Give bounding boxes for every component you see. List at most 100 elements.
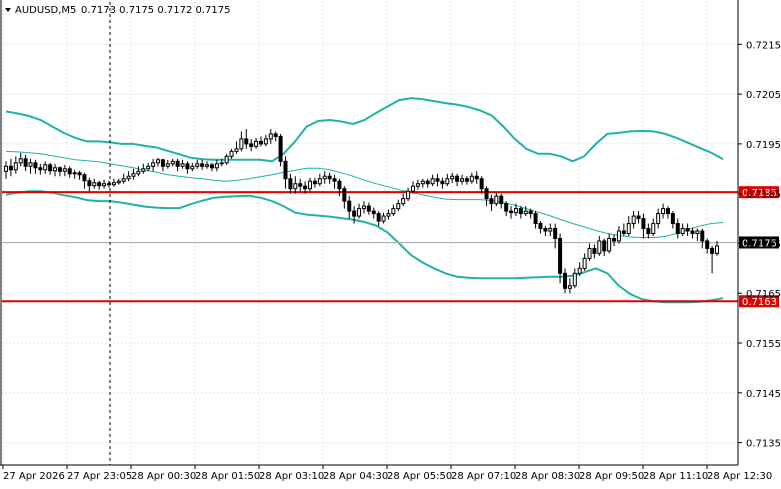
chart-background — [0, 0, 781, 489]
candle-body-bull — [116, 180, 121, 184]
candle-body-bull — [469, 175, 474, 182]
candle-body-bear — [337, 180, 342, 190]
candle-body-bear — [425, 180, 430, 185]
candle-body-bull — [651, 223, 656, 235]
candle-body-bull — [170, 160, 175, 165]
candle-body-bear — [278, 135, 283, 162]
chart-window: 0.7185 0.7163 0.7175 0.7215 0.7205 0.7195 0.7… — [0, 0, 781, 489]
candle-body-bear — [342, 188, 347, 202]
x-tick-label: 28 Apr 07:10 — [451, 471, 516, 482]
x-tick-label: 28 Apr 04:30 — [323, 471, 388, 482]
candle-body-bull — [239, 138, 244, 150]
candle-body-bull — [18, 158, 23, 164]
candle-body-bull — [513, 208, 518, 214]
candle-body-bull — [430, 178, 435, 185]
candle-body-bull — [293, 183, 298, 190]
candle-body-bull — [308, 180, 313, 190]
candle-body-bear — [209, 164, 214, 169]
y-tick-label: 0.7155 — [746, 339, 781, 350]
candle-body-bull — [616, 230, 621, 242]
candle-body-bear — [258, 140, 263, 145]
y-tick-label: 0.7145 — [746, 389, 781, 400]
candle-body-bull — [195, 163, 200, 167]
candle-body-bull — [165, 163, 170, 167]
candle-body-bear — [38, 167, 43, 171]
candle-body-bear — [479, 178, 484, 190]
chart-header: AUDUSD,M5 0.7173 0.7175 0.7172 0.7175 — [5, 5, 231, 16]
candle-body-bull — [146, 165, 151, 170]
candle-body-bull — [180, 163, 185, 167]
candle-body-bull — [234, 148, 239, 152]
x-tick-label: 28 Apr 08:30 — [515, 471, 580, 482]
candle-body-bull — [254, 140, 259, 147]
y-tick-label: 0.7205 — [746, 90, 781, 101]
candle-body-bull — [72, 172, 77, 175]
candle-body-bear — [464, 178, 469, 182]
candle-body-bear — [665, 208, 670, 215]
candle-body-bear — [160, 159, 165, 167]
candle-body-bear — [543, 228, 548, 232]
candle-body-bear — [273, 133, 278, 137]
candle-body-bear — [518, 208, 523, 215]
candle-body-bear — [327, 175, 332, 180]
candle-body-bull — [656, 213, 661, 225]
candle-body-bear — [646, 228, 651, 234]
x-tick-label: 28 Apr 00:30 — [131, 471, 196, 482]
candle-body-bear — [200, 163, 205, 167]
y-tick-label: 0.7185 — [746, 190, 781, 201]
candle-body-bear — [602, 240, 607, 252]
candle-body-bear — [77, 172, 82, 176]
candle-body-bull — [111, 182, 116, 186]
candle-body-bull — [4, 165, 8, 172]
candle-body-bull — [391, 208, 396, 215]
candle-body-bull — [205, 164, 210, 167]
x-tick-label: 28 Apr 12:30 — [707, 471, 772, 482]
candle-body-bull — [386, 213, 391, 217]
candle-body-bull — [381, 215, 386, 222]
candle-body-bull — [214, 163, 219, 169]
candle-body-bull — [136, 170, 141, 175]
candle-body-bear — [562, 272, 567, 289]
candle-body-bull — [715, 245, 719, 254]
candle-body-bull — [661, 208, 666, 215]
candle-body-bear — [705, 240, 710, 249]
candle-body-bear — [23, 158, 28, 167]
candle-body-bear — [685, 228, 690, 232]
candle-body-bull — [190, 165, 195, 170]
candle-body-bull — [53, 167, 58, 172]
candle-body-bear — [244, 138, 249, 145]
candle-body-bull — [229, 150, 234, 157]
candle-body-bull — [43, 164, 48, 171]
symbol-label: AUDUSD,M5 — [15, 5, 76, 16]
candle-body-bear — [474, 175, 479, 180]
candle-body-bull — [121, 178, 126, 182]
candle-body-bull — [131, 173, 136, 177]
candle-body-bull — [322, 175, 327, 180]
candle-body-bear — [97, 182, 102, 187]
candle-body-bear — [670, 213, 675, 225]
candle-body-bear — [303, 185, 308, 190]
candle-body-bear — [553, 228, 558, 239]
price-chart[interactable]: 0.71850.71630.7175 0.72150.72050.71950.7… — [0, 0, 781, 489]
candle-body-bear — [283, 160, 288, 180]
candle-body-bull — [263, 138, 268, 145]
candle-body-bear — [533, 213, 538, 225]
candle-body-bull — [219, 162, 224, 165]
candle-body-bull — [406, 190, 411, 200]
candle-body-bear — [332, 178, 337, 182]
candle-body-bull — [401, 198, 406, 205]
candle-body-bull — [695, 230, 700, 235]
candle-body-bull — [102, 183, 107, 187]
candle-body-bull — [494, 195, 499, 205]
candle-body-bear — [612, 237, 617, 242]
candle-body-bear — [249, 143, 254, 147]
candle-body-bear — [185, 163, 190, 170]
candle-body-bull — [156, 159, 161, 164]
candle-body-bull — [224, 155, 229, 164]
candle-body-bear — [675, 223, 680, 235]
candle-body-bear — [558, 237, 563, 274]
candle-body-bear — [690, 230, 695, 235]
candle-body-bull — [62, 168, 67, 172]
x-tick-label: 28 Apr 09:50 — [579, 471, 644, 482]
candle-body-bull — [577, 267, 582, 274]
